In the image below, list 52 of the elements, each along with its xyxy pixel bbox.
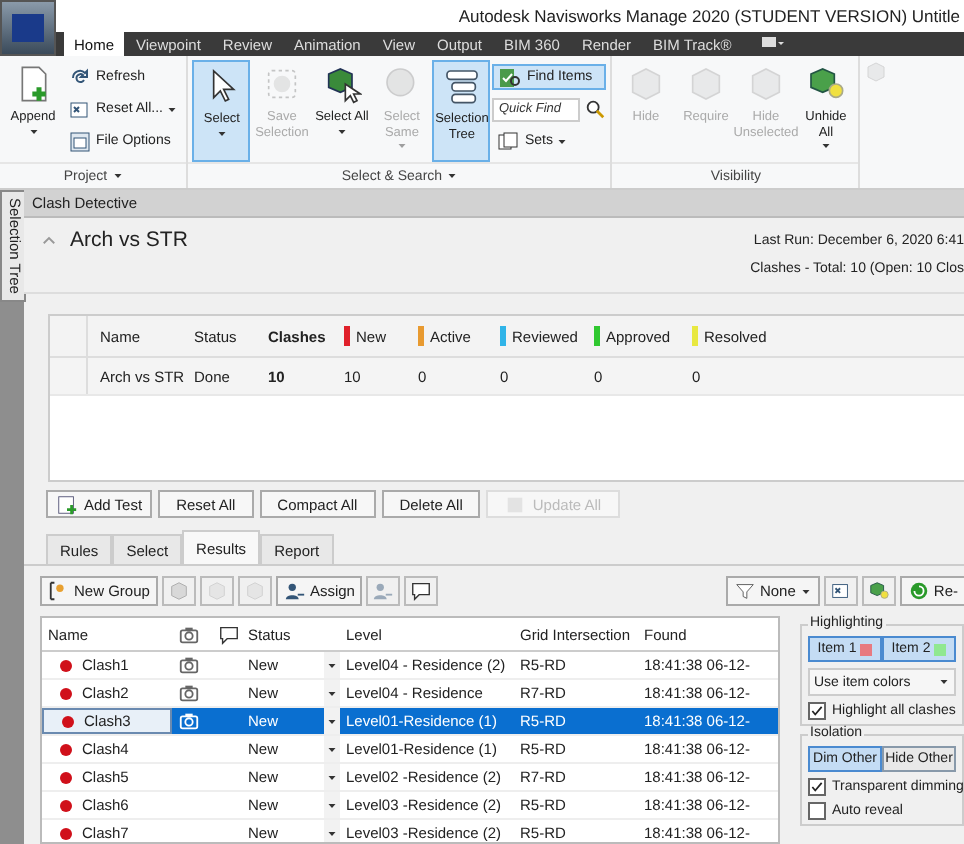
cube-bulb-icon	[805, 64, 846, 104]
camera-icon	[178, 710, 200, 732]
caret-icon	[326, 799, 338, 811]
caret-icon	[166, 103, 179, 115]
caret-icon	[326, 687, 338, 699]
app-logo-icon[interactable]	[0, 0, 56, 56]
refresh-icon	[68, 65, 92, 89]
person-icon	[283, 580, 306, 602]
camera-icon	[178, 654, 200, 676]
window-title: Autodesk Navisworks Manage 2020 (STUDENT VERSION) Untitle	[458, 6, 960, 26]
caret-icon	[799, 585, 812, 597]
person-icon	[372, 580, 395, 602]
camera-icon	[178, 682, 200, 704]
check-icon	[810, 780, 824, 794]
caret-icon	[326, 743, 338, 755]
caret-icon	[111, 170, 124, 182]
group-icon	[48, 580, 70, 602]
caret-icon	[938, 676, 950, 688]
tree-list-icon	[441, 66, 482, 106]
reset-icon	[829, 580, 852, 602]
cube-icon	[205, 580, 228, 602]
filter-icon	[733, 580, 756, 602]
caret-icon	[556, 135, 569, 147]
caret-icon	[446, 170, 459, 182]
check-icon	[810, 704, 824, 718]
find-icon	[498, 65, 523, 89]
chevron-up-icon	[40, 231, 58, 249]
camera-icon	[178, 623, 200, 645]
reset-icon	[68, 97, 92, 121]
caret-icon	[27, 125, 39, 137]
cube-bulb-icon	[867, 580, 890, 602]
comment-icon	[218, 623, 240, 645]
sets-icon	[496, 129, 521, 153]
caret-icon	[395, 140, 408, 152]
cube-icon	[864, 60, 889, 84]
caret-icon	[326, 659, 338, 671]
test-name: Arch vs STR	[70, 228, 188, 252]
cube-icon	[167, 580, 190, 602]
collapse-button[interactable]	[40, 231, 58, 249]
cube-icon	[243, 580, 266, 602]
comment-icon	[410, 580, 433, 602]
search-icon	[584, 98, 607, 120]
update-icon	[504, 493, 527, 515]
file-options-icon	[68, 129, 92, 153]
caret-icon	[326, 827, 338, 839]
caret-icon	[326, 715, 338, 727]
caret-icon	[819, 140, 832, 152]
caret-icon	[335, 125, 348, 137]
caret-icon	[326, 771, 338, 783]
add-test-icon	[56, 493, 78, 515]
rerun-icon	[907, 580, 930, 602]
caret-icon	[215, 127, 228, 139]
